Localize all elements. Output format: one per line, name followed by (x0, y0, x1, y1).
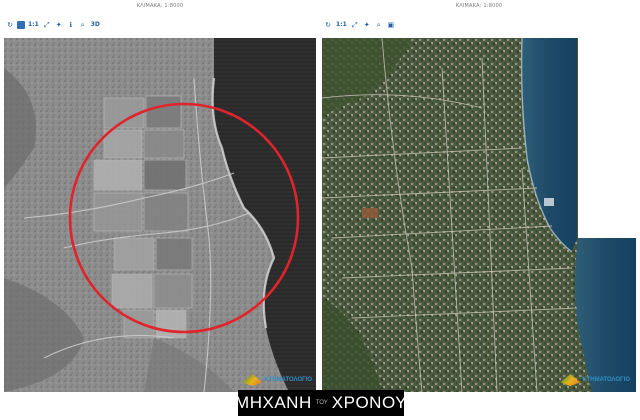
info-icon[interactable]: ℹ (66, 20, 76, 30)
historic-aerial-map[interactable] (4, 38, 316, 392)
modern-aerial-panel: ΚΛΙΜΑΚΑ: 1:8000 ↻ 1:1 ⤢ ✦ ⌕ ▣ ΚΤΗΜΑΤΟΛΟΓ… (322, 3, 636, 392)
map-scale-label: ΚΛΙΜΑΚΑ: 1:8000 (455, 3, 503, 9)
map-toolbar: ↻ 1:1 ⤢ ✦ ℹ ⌕ 3D (4, 14, 101, 36)
map-toolbar: ↻ 1:1 ⤢ ✦ ⌕ ▣ (322, 14, 396, 36)
banner-word-middle: ΤΟΥ (315, 400, 328, 406)
zoom-1-text[interactable]: 1:1 (335, 20, 348, 30)
modern-aerial-image (322, 38, 636, 392)
cadastre-logo-icon (560, 374, 581, 386)
map-scale-label: ΚΛΙΜΑΚΑ: 1:8000 (136, 3, 184, 9)
refresh-icon[interactable]: ↻ (323, 20, 333, 30)
zoom-1-text[interactable]: 1:1 (27, 20, 40, 30)
search-icon[interactable]: ⌕ (78, 20, 88, 30)
zoom-extent-icon[interactable]: ⤢ (350, 20, 360, 30)
view-3d-text[interactable]: 3D (90, 20, 101, 30)
cadastre-logo-icon (242, 374, 263, 386)
banner-word-left: ΜΗΧΑΝΗ (235, 393, 312, 412)
orient-icon[interactable]: ✦ (362, 20, 372, 30)
banner-word-right: ΧΡΟΝΟΥ (331, 393, 407, 412)
cadastre-watermark: ΚΤΗΜΑΤΟΛΟΓΙΟ (242, 374, 312, 386)
refresh-icon[interactable]: ↻ (5, 20, 15, 30)
cadastre-watermark: ΚΤΗΜΑΤΟΛΟΓΙΟ (560, 374, 630, 386)
orient-icon[interactable]: ✦ (54, 20, 64, 30)
historic-aerial-image (4, 38, 316, 392)
layer-icon[interactable]: ▣ (386, 20, 396, 30)
historic-aerial-panel: ΚΛΙΜΑΚΑ: 1:8000 ↻ 1:1 ⤢ ✦ ℹ ⌕ 3D ΚΤΗΜΑΤΟ… (4, 3, 316, 392)
zoom-extent-icon[interactable]: ⤢ (42, 20, 52, 30)
search-icon[interactable]: ⌕ (374, 20, 384, 30)
modern-aerial-map[interactable] (322, 38, 636, 392)
site-logo-banner: ΜΗΧΑΝΗ ΤΟΥ ΧΡΟΝΟΥ (235, 390, 407, 416)
bookmark-icon[interactable] (17, 21, 25, 29)
